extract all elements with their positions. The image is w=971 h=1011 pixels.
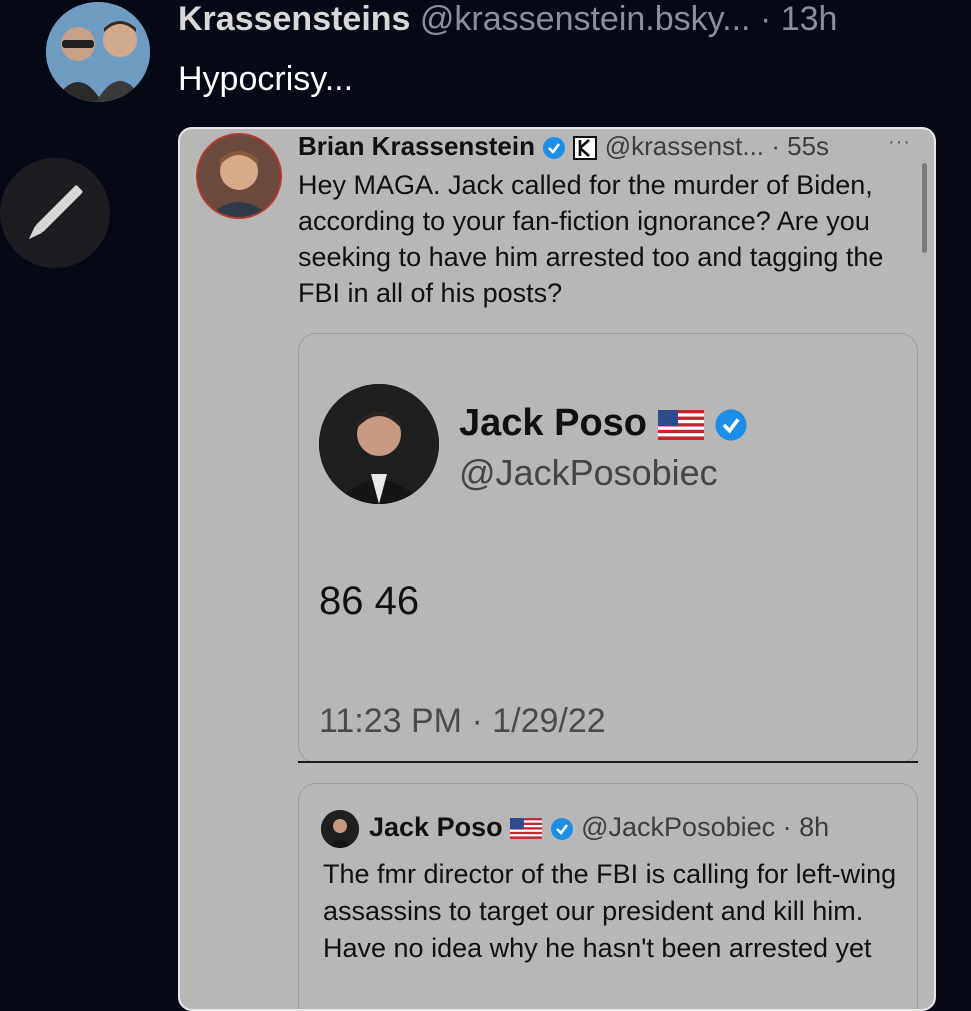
author-avatar[interactable] — [46, 2, 150, 102]
brian-avatar — [196, 133, 282, 219]
screenshot-author-name: Brian Krassenstein — [298, 131, 535, 161]
verified-badge-icon — [715, 409, 747, 441]
screenshot-header: Brian Krassenstein @krassenst... · 55s — [298, 131, 829, 162]
post-text: Hypocrisy... — [178, 60, 354, 98]
embedded-screenshot[interactable]: Brian Krassenstein @krassenst... · 55s ·… — [178, 127, 936, 1011]
post-time[interactable]: · 13h — [760, 0, 838, 38]
quoted-post-text: The fmr director of the FBI is calling f… — [323, 859, 897, 963]
quoted-card: Jack Poso @JackPosobiec 86 46 11:23 PM ·… — [298, 333, 918, 763]
k-badge-icon — [573, 136, 598, 161]
quoted-card-name: Jack Poso — [459, 402, 748, 445]
verified-badge-icon — [543, 137, 566, 160]
quoted-post-name: Jack Poso — [369, 812, 503, 842]
quoted-post: Jack Poso @JackPosobiec · 8h The fmr dir… — [298, 783, 918, 1009]
quoted-post-header: Jack Poso @JackPosobiec · 8h — [369, 812, 829, 843]
quoted-card-text: 86 46 — [319, 579, 420, 623]
post-header: Krassensteins @krassenstein.bsky... · 13… — [178, 0, 837, 39]
quoted-post-handle-time: @JackPosobiec · 8h — [581, 812, 830, 842]
author-name[interactable]: Krassensteins — [178, 0, 410, 38]
jack-avatar — [319, 384, 439, 504]
compose-button[interactable] — [0, 158, 110, 268]
pencil-icon — [28, 185, 83, 240]
us-flag-icon — [510, 818, 543, 840]
more-icon: ··· — [888, 131, 911, 153]
scrollbar — [922, 163, 927, 253]
verified-badge-icon — [550, 817, 573, 840]
jack-small-avatar — [321, 810, 359, 848]
screenshot-post-text: Hey MAGA. Jack called for the murder of … — [298, 170, 884, 308]
quoted-card-name-text: Jack Poso — [459, 402, 647, 444]
us-flag-icon — [657, 409, 704, 440]
quoted-card-handle: @JackPosobiec — [459, 452, 718, 493]
screenshot-handle-time: @krassenst... · 55s — [604, 131, 830, 161]
divider — [298, 761, 918, 763]
quoted-card-timestamp: 11:23 PM · 1/29/22 — [319, 702, 606, 740]
author-handle[interactable]: @krassenstein.bsky... — [420, 0, 751, 38]
